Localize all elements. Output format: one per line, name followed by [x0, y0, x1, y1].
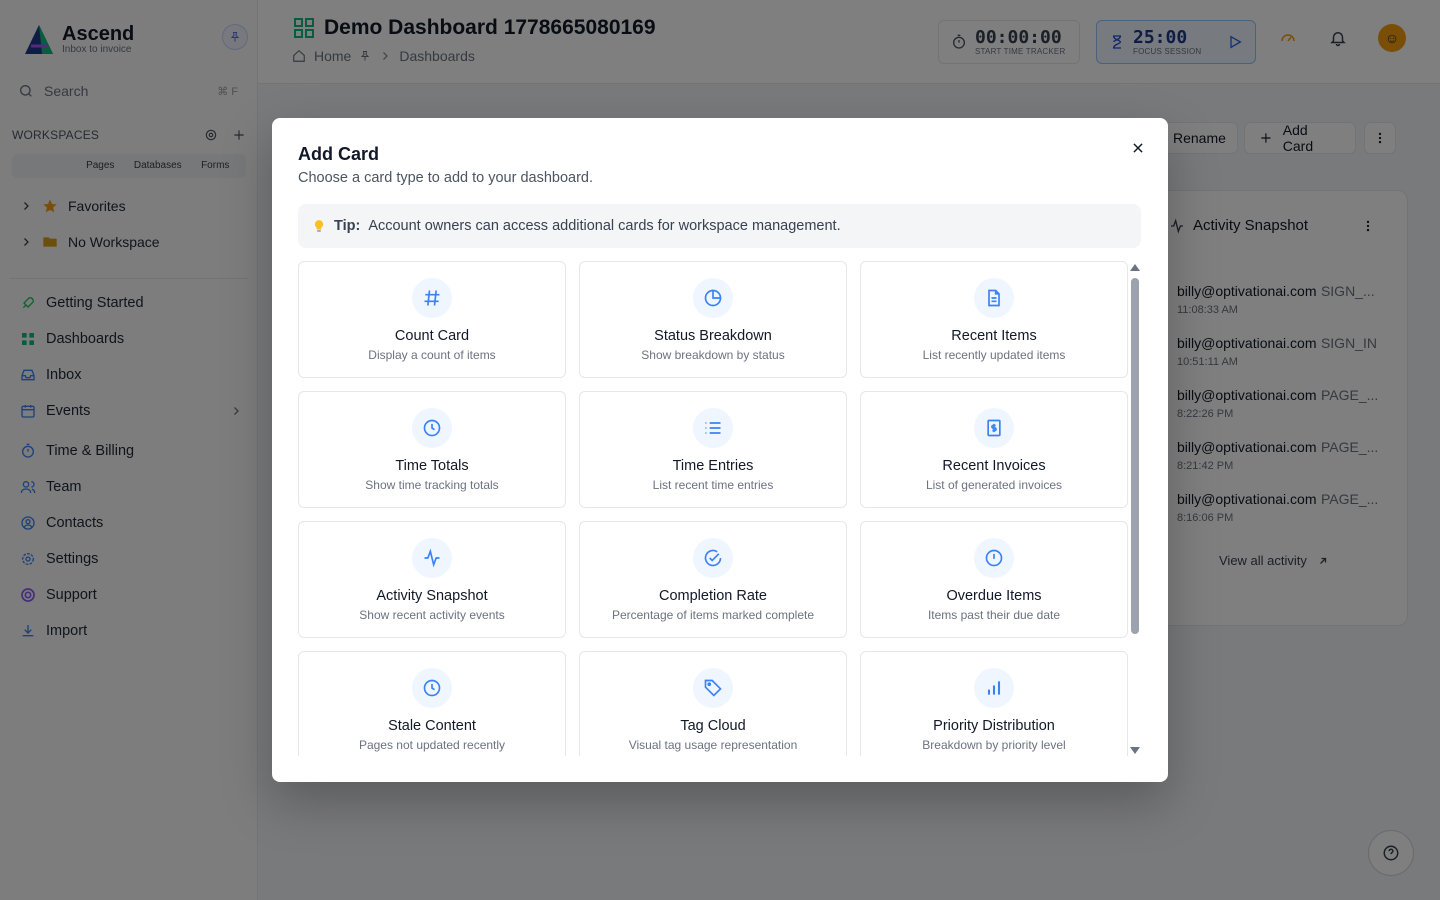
card-option-desc: Breakdown by priority level	[922, 738, 1066, 752]
card-option-name: Status Breakdown	[654, 328, 772, 344]
activity-icon	[412, 538, 452, 578]
tip-label: Tip:	[334, 218, 361, 234]
card-option-name: Completion Rate	[659, 588, 767, 604]
card-option-tag-cloud[interactable]: Tag Cloud Visual tag usage representatio…	[579, 651, 847, 756]
card-option-desc: Show time tracking totals	[365, 478, 499, 492]
list-icon	[693, 408, 733, 448]
card-option-name: Recent Invoices	[942, 458, 1046, 474]
card-option-desc: Display a count of items	[368, 348, 496, 362]
card-option-desc: Pages not updated recently	[358, 738, 506, 752]
card-option-desc: List of generated invoices	[925, 478, 1063, 492]
pie-chart-icon	[693, 278, 733, 318]
card-list-scrollbar[interactable]	[1129, 263, 1141, 755]
card-option-desc: Visual tag usage representation	[628, 738, 798, 752]
card-option-name: Overdue Items	[946, 588, 1042, 604]
card-option-desc: Percentage of items marked complete	[611, 608, 815, 622]
dialog-subtitle: Choose a card type to add to your dashbo…	[298, 170, 594, 186]
card-option-name: Time Totals	[395, 458, 469, 474]
card-option-status-breakdown[interactable]: Status Breakdown Show breakdown by statu…	[579, 261, 847, 378]
card-type-list[interactable]: Count Card Display a count of items Stat…	[298, 261, 1128, 756]
alert-circle-icon	[974, 538, 1014, 578]
card-option-name: Priority Distribution	[933, 718, 1055, 734]
card-option-desc: Items past their due date	[927, 608, 1061, 622]
tip-text: Account owners can access additional car…	[368, 218, 841, 234]
tip-banner: Tip: Account owners can access additiona…	[298, 204, 1141, 248]
clock-icon	[412, 668, 452, 708]
card-option-priority-distribution[interactable]: Priority Distribution Breakdown by prior…	[860, 651, 1128, 756]
card-option-desc: List recent time entries	[652, 478, 774, 492]
tag-icon	[693, 668, 733, 708]
hash-icon	[412, 278, 452, 318]
card-option-name: Count Card	[394, 328, 470, 344]
scroll-up-arrow[interactable]	[1130, 264, 1140, 271]
card-option-activity-snapshot[interactable]: Activity Snapshot Show recent activity e…	[298, 521, 566, 638]
lightbulb-icon	[314, 220, 324, 232]
card-option-name: Recent Items	[951, 328, 1037, 344]
card-option-name: Activity Snapshot	[376, 588, 488, 604]
card-option-stale-content[interactable]: Stale Content Pages not updated recently	[298, 651, 566, 756]
bar-chart-icon	[974, 668, 1014, 708]
file-text-icon	[974, 278, 1014, 318]
clock-icon	[412, 408, 452, 448]
dialog-title: Add Card	[298, 144, 379, 164]
card-option-name: Stale Content	[388, 718, 476, 734]
scroll-down-arrow[interactable]	[1130, 747, 1140, 754]
invoice-icon	[974, 408, 1014, 448]
scrollbar-thumb[interactable]	[1131, 278, 1139, 634]
card-option-count[interactable]: Count Card Display a count of items	[298, 261, 566, 378]
card-option-name: Tag Cloud	[680, 718, 746, 734]
card-option-time-entries[interactable]: Time Entries List recent time entries	[579, 391, 847, 508]
add-card-dialog: Add Card Choose a card type to add to yo…	[272, 118, 1168, 782]
card-option-name: Time Entries	[672, 458, 754, 474]
card-option-time-totals[interactable]: Time Totals Show time tracking totals	[298, 391, 566, 508]
card-option-recent-items[interactable]: Recent Items List recently updated items	[860, 261, 1128, 378]
card-option-desc: List recently updated items	[922, 348, 1066, 362]
card-option-desc: Show recent activity events	[359, 608, 505, 622]
check-circle-icon	[693, 538, 733, 578]
card-option-recent-invoices[interactable]: Recent Invoices List of generated invoic…	[860, 391, 1128, 508]
card-option-desc: Show breakdown by status	[641, 348, 785, 362]
card-option-overdue-items[interactable]: Overdue Items Items past their due date	[860, 521, 1128, 638]
close-dialog-button[interactable]	[1128, 138, 1148, 158]
card-option-completion-rate[interactable]: Completion Rate Percentage of items mark…	[579, 521, 847, 638]
close-icon	[1133, 143, 1143, 153]
